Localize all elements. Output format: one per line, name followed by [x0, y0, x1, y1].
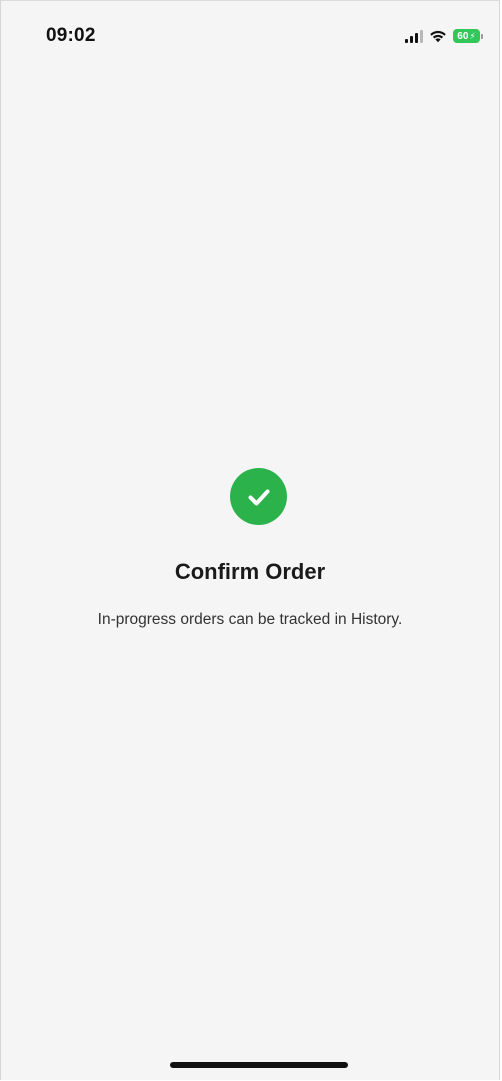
battery-icon: 60 ⚡ [453, 29, 483, 43]
home-indicator[interactable] [170, 1062, 348, 1068]
charging-bolt-icon: ⚡ [469, 30, 476, 41]
status-bar: 09:02 60 ⚡ [1, 1, 499, 71]
signal-icon [405, 29, 423, 43]
check-circle-icon [230, 468, 287, 525]
confirmation-title: Confirm Order [174, 559, 326, 584]
wifi-icon [429, 29, 447, 43]
order-confirmation-screen: 09:02 60 ⚡ Confirm Order In-progress ord… [0, 0, 500, 1080]
status-indicators: 60 ⚡ [405, 28, 483, 44]
status-time: 09:02 [46, 25, 96, 46]
battery-level: 60 [457, 30, 469, 42]
confirmation-message: In-progress orders can be tracked in His… [97, 611, 403, 628]
